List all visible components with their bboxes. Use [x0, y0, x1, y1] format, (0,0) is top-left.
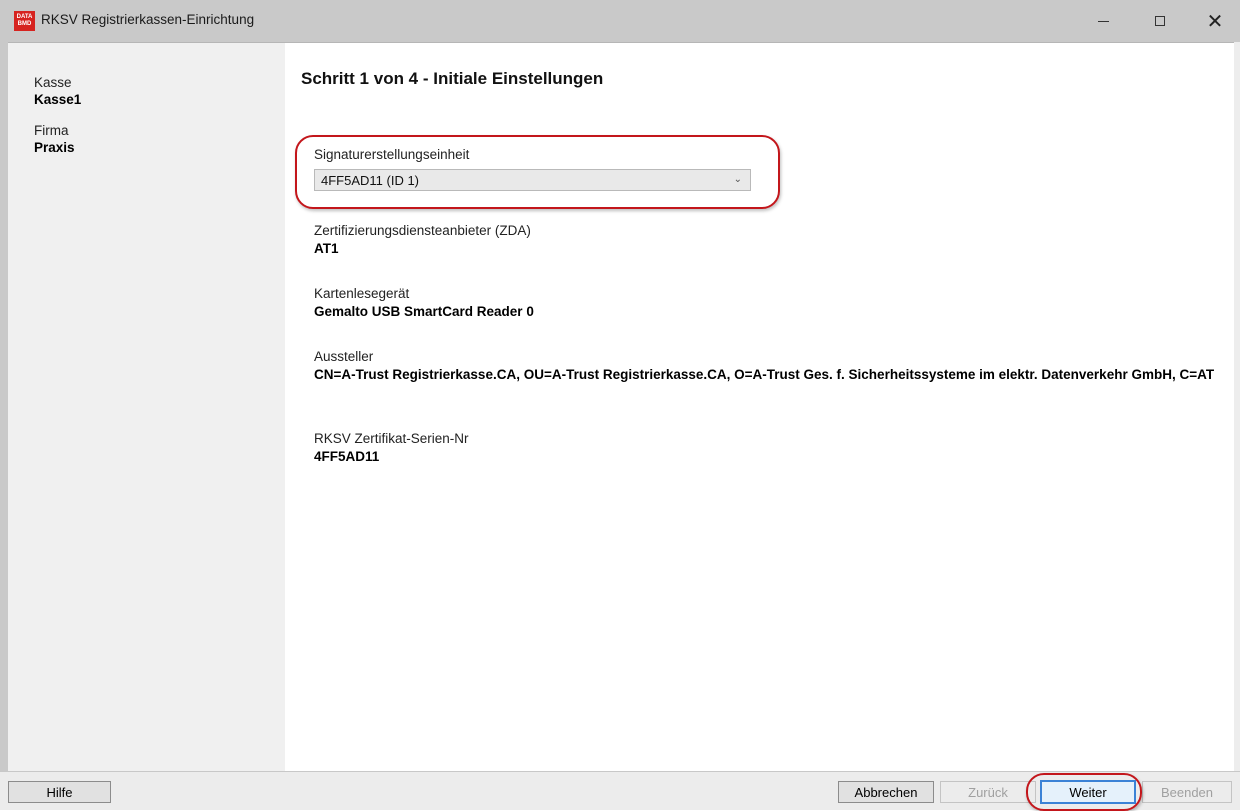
close-icon: ✕: [1206, 9, 1224, 33]
kasse-value: Kasse1: [34, 92, 82, 107]
serial-label: RKSV Zertifikat-Serien-Nr: [314, 431, 469, 446]
issuer-value: CN=A-Trust Registrierkasse.CA, OU=A-Trus…: [314, 367, 1215, 382]
close-button[interactable]: ✕: [1192, 0, 1238, 42]
maximize-button[interactable]: [1137, 0, 1183, 42]
firma-label: Firma: [34, 123, 69, 138]
minimize-icon: [1097, 20, 1109, 22]
maximize-icon: [1155, 16, 1165, 26]
card-reader-value: Gemalto USB SmartCard Reader 0: [314, 304, 534, 319]
logo-text-top: DATA: [16, 14, 33, 20]
title-bar[interactable]: DATA BMD RKSV Registrierkassen-Einrichtu…: [0, 0, 1240, 43]
card-reader-label: Kartenlesegerät: [314, 286, 410, 301]
window-frame-left: [0, 42, 8, 772]
window-frame-right: [1234, 42, 1240, 772]
firma-value: Praxis: [34, 140, 75, 155]
next-button[interactable]: Weiter: [1040, 780, 1136, 804]
button-bar: Hilfe Abbrechen Zurück Weiter Beenden: [0, 771, 1240, 811]
sig-unit-selected-value: 4FF5AD11 (ID 1): [321, 173, 420, 188]
back-button[interactable]: Zurück: [940, 781, 1036, 803]
main-content: Schritt 1 von 4 - Initiale Einstellungen…: [285, 43, 1234, 771]
sidebar: Kasse Kasse1 Firma Praxis: [8, 43, 285, 771]
page-title: Schritt 1 von 4 - Initiale Einstellungen: [301, 69, 604, 88]
sig-unit-select[interactable]: 4FF5AD11 (ID 1) ⌄: [314, 169, 751, 191]
app-logo-icon: DATA BMD: [14, 11, 35, 31]
finish-button[interactable]: Beenden: [1142, 781, 1232, 803]
cancel-button[interactable]: Abbrechen: [838, 781, 934, 803]
kasse-label: Kasse: [34, 75, 72, 90]
chevron-down-icon: ⌄: [733, 174, 742, 185]
help-button[interactable]: Hilfe: [8, 781, 111, 803]
serial-value: 4FF5AD11: [314, 449, 380, 464]
logo-text-bottom: BMD: [17, 21, 32, 27]
zda-label: Zertifizierungsdiensteanbieter (ZDA): [314, 223, 531, 238]
window-title: RKSV Registrierkassen-Einrichtung: [41, 12, 255, 27]
sig-unit-label: Signaturerstellungseinheit: [314, 147, 470, 162]
minimize-button[interactable]: [1080, 0, 1126, 42]
zda-value: AT1: [314, 241, 339, 256]
issuer-label: Aussteller: [314, 349, 374, 364]
